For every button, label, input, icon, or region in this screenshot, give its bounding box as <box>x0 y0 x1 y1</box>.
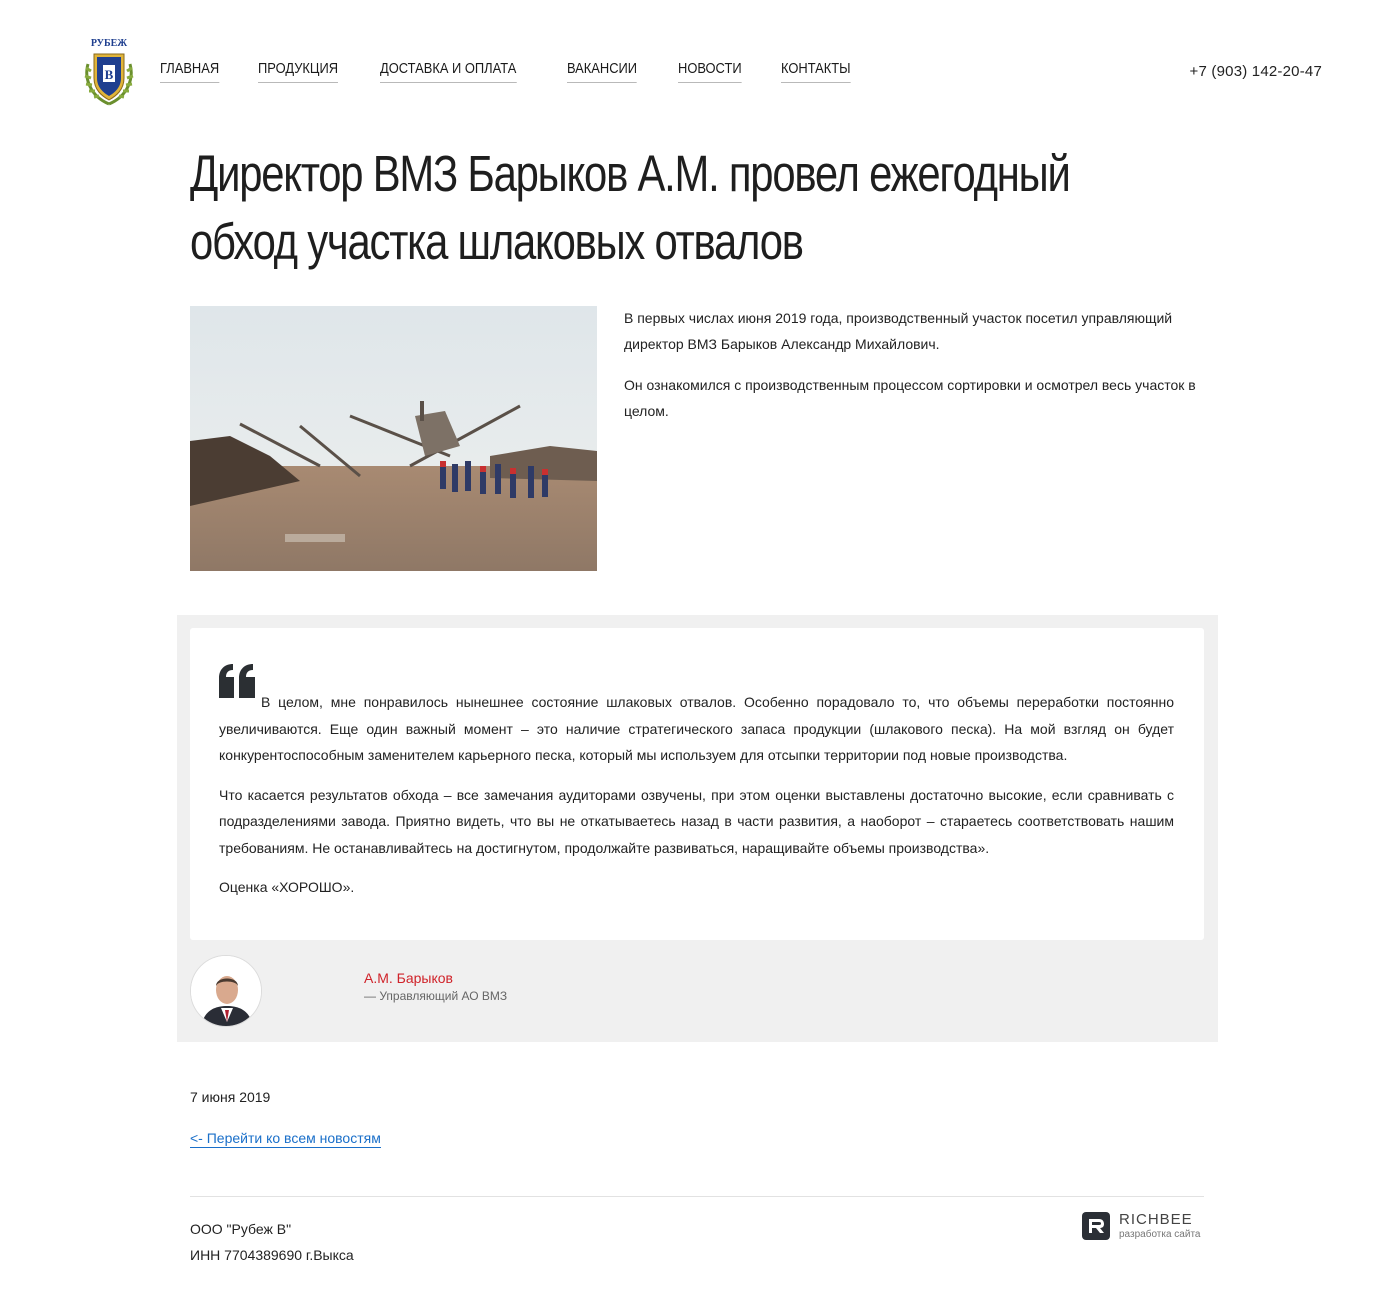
nav-news[interactable]: НОВОСТИ <box>677 60 742 83</box>
intro-paragraph: В первых числах июня 2019 года, производ… <box>624 310 1173 352</box>
nav-home[interactable]: ГЛАВНАЯ <box>160 60 220 83</box>
quote-block: В целом, мне понравилось нынешнее состоя… <box>177 615 1218 1042</box>
nav-vacancies[interactable]: ВАКАНСИИ <box>567 60 638 83</box>
svg-text:В: В <box>105 67 114 82</box>
nav-delivery[interactable]: ДОСТАВКА И ОПЛАТА <box>379 60 517 83</box>
main-nav: ГЛАВНАЯ ПРОДУКЦИЯ ДОСТАВКА И ОПЛАТА ВАКА… <box>160 60 891 83</box>
footer-company: ООО "Рубеж В" ИНН 7704389690 г.Выкса <box>190 1216 354 1268</box>
author-avatar <box>190 955 262 1027</box>
back-to-news-link[interactable]: <- Перейти ко всем новостям <box>190 1130 381 1148</box>
company-name: ООО "Рубеж В" <box>190 1221 292 1237</box>
author-name: А.М. Барыков <box>364 970 453 986</box>
company-logo[interactable]: В РУБЕЖ <box>82 38 136 108</box>
quote-paragraph: Что касается результатов обхода – все за… <box>219 786 1174 856</box>
quote-paragraph: Оценка «ХОРОШО». <box>219 879 355 895</box>
footer-divider <box>190 1196 1204 1197</box>
intro-paragraph: Он ознакомился с производственным процес… <box>624 377 1196 419</box>
header-phone[interactable]: +7 (903) 142-20-47 <box>1190 63 1322 80</box>
richbee-logo-icon[interactable] <box>1082 1212 1110 1240</box>
nav-contacts[interactable]: КОНТАКТЫ <box>780 60 851 83</box>
quote-paragraph: В целом, мне понравилось нынешнее состоя… <box>219 694 1174 763</box>
nav-products[interactable]: ПРОДУКЦИЯ <box>257 60 338 83</box>
quote-card: В целом, мне понравилось нынешнее состоя… <box>190 628 1204 940</box>
author-role: — Управляющий АО ВМЗ <box>364 989 508 1003</box>
article-photo <box>190 306 597 571</box>
quote-text: В целом, мне понравилось нынешнее состоя… <box>219 689 1174 914</box>
company-inn: ИНН 7704389690 г.Выкса <box>190 1247 354 1263</box>
developer-subtitle: разработка сайта <box>1119 1229 1201 1240</box>
article-date: 7 июня 2019 <box>190 1089 271 1105</box>
logo-text: РУБЕЖ <box>90 38 128 49</box>
developer-name[interactable]: RICHBEE <box>1119 1211 1193 1228</box>
page-title: Директор ВМЗ Барыков А.М. провел ежегодн… <box>190 145 1071 270</box>
article-intro: В первых числах июня 2019 года, производ… <box>624 305 1214 439</box>
